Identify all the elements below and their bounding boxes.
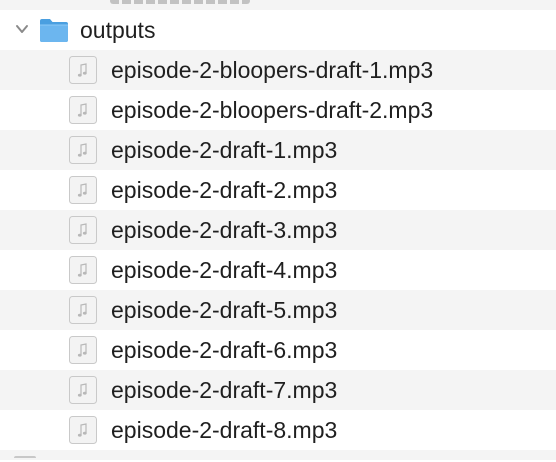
file-name: episode-2-bloopers-draft-2.mp3: [111, 97, 434, 123]
file-row[interactable]: episode-2-bloopers-draft-1.mp3: [0, 50, 556, 90]
chevron-right-icon: [14, 456, 36, 462]
file-row[interactable]: episode-2-draft-2.mp3: [0, 170, 556, 210]
file-row[interactable]: episode-2-draft-5.mp3: [0, 290, 556, 330]
file-name: episode-2-draft-1.mp3: [111, 137, 338, 163]
folder-row-outputs[interactable]: outputs: [0, 10, 556, 50]
audio-file-icon: [69, 136, 97, 164]
file-row[interactable]: episode-2-bloopers-draft-2.mp3: [0, 90, 556, 130]
file-row[interactable]: episode-2-draft-4.mp3: [0, 250, 556, 290]
clipped-row-text: [110, 0, 250, 4]
folder-icon: [40, 19, 68, 42]
file-name: episode-2-bloopers-draft-1.mp3: [111, 57, 434, 83]
previous-row-partial: [0, 0, 556, 10]
file-name: episode-2-draft-6.mp3: [111, 337, 338, 363]
file-name: episode-2-draft-3.mp3: [111, 217, 338, 243]
file-name: episode-2-draft-2.mp3: [111, 177, 338, 203]
audio-file-icon: [69, 56, 97, 84]
chevron-down-icon[interactable]: [14, 21, 30, 37]
audio-file-icon: [69, 336, 97, 364]
next-row-partial: [0, 450, 556, 460]
file-row[interactable]: episode-2-draft-8.mp3: [0, 410, 556, 450]
file-row[interactable]: episode-2-draft-1.mp3: [0, 130, 556, 170]
audio-file-icon: [69, 96, 97, 124]
audio-file-icon: [69, 256, 97, 284]
audio-file-icon: [69, 376, 97, 404]
file-name: episode-2-draft-5.mp3: [111, 297, 338, 323]
audio-file-icon: [69, 176, 97, 204]
file-name: episode-2-draft-4.mp3: [111, 257, 338, 283]
audio-file-icon: [69, 416, 97, 444]
folder-name: outputs: [80, 17, 156, 43]
file-row[interactable]: episode-2-draft-6.mp3: [0, 330, 556, 370]
file-row[interactable]: episode-2-draft-3.mp3: [0, 210, 556, 250]
audio-file-icon: [69, 296, 97, 324]
file-name: episode-2-draft-7.mp3: [111, 377, 338, 403]
file-name: episode-2-draft-8.mp3: [111, 417, 338, 443]
file-row[interactable]: episode-2-draft-7.mp3: [0, 370, 556, 410]
audio-file-icon: [69, 216, 97, 244]
